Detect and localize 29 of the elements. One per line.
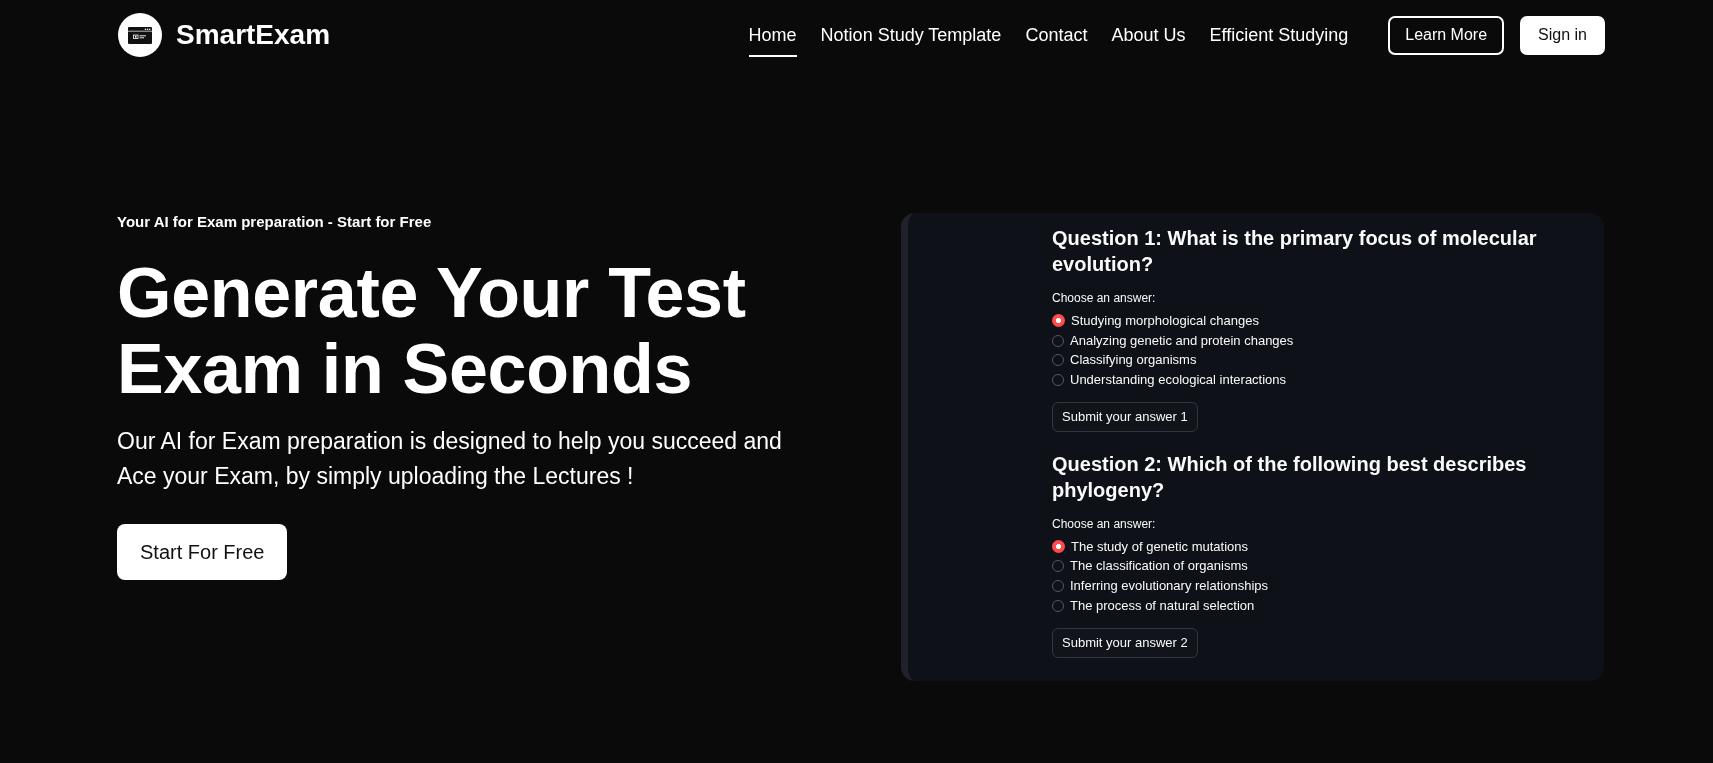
nav-link[interactable]: Contact [1025,13,1088,57]
learn-more-button[interactable]: Learn More [1388,15,1505,55]
option-label[interactable]: Classifying organisms [1070,352,1197,369]
option-label[interactable]: Understanding ecological interactions [1070,371,1287,388]
option-label[interactable]: The study of genetic mutations [1071,538,1249,555]
nav-link[interactable]: About Us [1111,13,1186,57]
hero-heading: Generate Your Test Exam in Seconds [117,255,747,407]
option-label[interactable]: The classification of organisms [1070,558,1248,575]
option-label[interactable]: The process of natural selection [1070,597,1255,614]
nav-link[interactable]: Home [748,13,797,57]
submit-button[interactable]: Submit your answer 2 [1052,627,1198,658]
start-button[interactable]: Start For Free [117,524,288,580]
answer-prompt: Choose an answer: [1052,515,1157,532]
tagline-text: Your AI for Exam preparation - Start for Free [117,213,432,231]
hero-description: Our AI for Exam preparation is designed to help you succeed and Ace your Exam, by simply uploading the Lectures ! [117,427,783,491]
window-logo-icon [118,13,162,57]
question-title: Question 2: Which of the following best describes phylogeny? [1052,451,1528,503]
option-label[interactable]: Inferring evolutionary relationships [1070,577,1268,594]
nav-link[interactable]: Efficient Studying [1209,13,1349,57]
brand-name: SmartExam [176,18,331,52]
nav-link[interactable]: Notion Study Template [820,13,1002,57]
question-title: Question 1: What is the primary focus of molecular evolution? [1052,226,1538,277]
radio-button[interactable] [1052,540,1065,554]
submit-button[interactable]: Submit your answer 1 [1052,401,1198,432]
sign-in-button[interactable]: Sign in [1520,15,1605,55]
radio-button[interactable] [1052,314,1065,328]
answer-prompt: Choose an answer: [1052,290,1157,306]
option-label[interactable]: Analyzing genetic and protein changes [1070,332,1294,349]
option-label[interactable]: Studying morphological changes [1071,312,1259,329]
